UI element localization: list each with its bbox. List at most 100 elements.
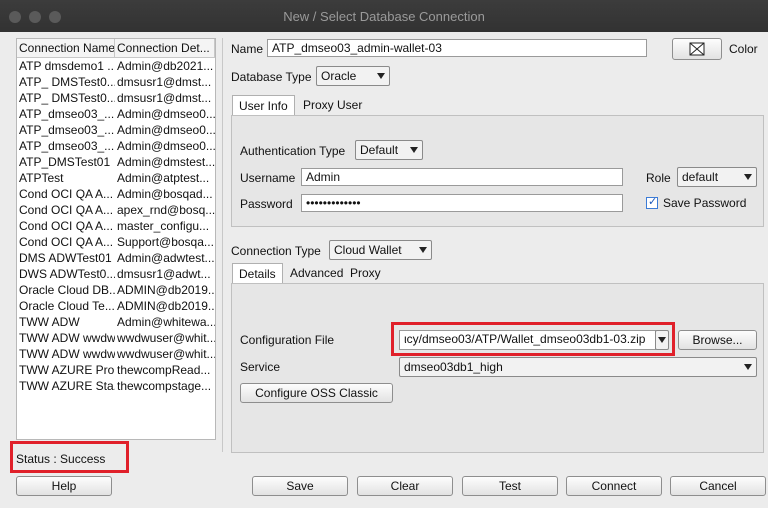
- table-row[interactable]: Oracle Cloud Te... ADMIN@db2019...: [17, 298, 215, 314]
- connection-list-header: Connection Name Connection Det...: [17, 39, 215, 58]
- connection-details-cell: Admin@db2021...: [117, 59, 214, 73]
- service-select[interactable]: dmseo03db1_high: [399, 357, 757, 377]
- chevron-down-icon: [744, 364, 752, 370]
- save-password-label: Save Password: [663, 196, 747, 210]
- connection-name-cell: TWW ADW: [19, 315, 80, 329]
- tab-proxy[interactable]: Proxy: [344, 263, 387, 283]
- help-button[interactable]: Help: [16, 476, 112, 496]
- connection-name-cell: Cond OCI QA A...: [19, 203, 114, 217]
- table-row[interactable]: Cond OCI QA A... master_configu...: [17, 218, 215, 234]
- chevron-down-icon: [410, 147, 418, 153]
- connection-name-cell: ATP_DMSTest01: [19, 155, 111, 169]
- configuration-file-highlight: [391, 322, 675, 356]
- table-row[interactable]: ATPTest Admin@atptest...: [17, 170, 215, 186]
- connect-button[interactable]: Connect: [566, 476, 662, 496]
- table-row[interactable]: DWS ADWTest0... dmsusr1@adwt...: [17, 266, 215, 282]
- authentication-type-value: Default: [360, 143, 399, 157]
- chevron-down-icon: [744, 174, 752, 180]
- color-label: Color: [729, 42, 758, 56]
- table-row[interactable]: Oracle Cloud DB... ADMIN@db2019...: [17, 282, 215, 298]
- save-button[interactable]: Save: [252, 476, 348, 496]
- table-row[interactable]: TWW ADW wwdw... wwdwuser@whit...: [17, 330, 215, 346]
- column-header-connection-name[interactable]: Connection Name: [17, 39, 116, 57]
- connection-name-cell: ATP_ DMSTest0...: [19, 91, 115, 105]
- connection-details-cell: Admin@atptest...: [117, 171, 210, 185]
- role-select[interactable]: default: [677, 167, 757, 187]
- database-type-value: Oracle: [321, 69, 357, 83]
- tab-details[interactable]: Details: [232, 263, 283, 283]
- tab-proxy-user[interactable]: Proxy User: [297, 95, 368, 115]
- table-row[interactable]: Cond OCI QA A... Admin@bosqad...: [17, 186, 215, 202]
- table-row[interactable]: TWW AZURE Sta... thewcompstage...: [17, 378, 215, 394]
- split-divider[interactable]: [222, 38, 223, 452]
- color-picker-button[interactable]: [672, 38, 722, 60]
- connection-name-cell: ATP_dmseo03_...: [19, 139, 115, 153]
- chevron-down-icon: [377, 73, 385, 79]
- password-input[interactable]: •••••••••••••: [301, 194, 623, 212]
- table-row[interactable]: TWW ADW wwdw... wwdwuser@whit...: [17, 346, 215, 362]
- connection-details-cell: wwdwuser@whit...: [117, 331, 215, 345]
- connection-name-cell: ATP_dmseo03_...: [19, 123, 115, 137]
- connection-details-cell: ADMIN@db2019...: [117, 299, 215, 313]
- connection-name-cell: Cond OCI QA A...: [19, 235, 114, 249]
- connection-name-cell: TWW AZURE Pro...: [19, 363, 115, 377]
- table-row[interactable]: Cond OCI QA A... apex_rnd@bosq...: [17, 202, 215, 218]
- table-row[interactable]: TWW ADW Admin@whitewa...: [17, 314, 215, 330]
- name-label: Name: [231, 42, 264, 56]
- window-title: New / Select Database Connection: [283, 9, 485, 24]
- color-swatch-icon: [689, 42, 705, 56]
- role-value: default: [682, 170, 719, 184]
- table-row[interactable]: ATP_ DMSTest0... dmsusr1@dmst...: [17, 90, 215, 106]
- connection-details-cell: Admin@dmseo0...: [117, 139, 215, 153]
- tab-user-info[interactable]: User Info: [232, 95, 295, 115]
- connection-name-cell: DWS ADWTest0...: [19, 267, 115, 281]
- connection-type-select[interactable]: Cloud Wallet: [329, 240, 432, 260]
- service-label: Service: [240, 360, 281, 374]
- name-input[interactable]: ATP_dmseo03_admin-wallet-03: [267, 39, 647, 57]
- table-row[interactable]: ATP_dmseo03_... Admin@dmseo0...: [17, 106, 215, 122]
- table-row[interactable]: ATP_dmseo03_... Admin@dmseo0...: [17, 138, 215, 154]
- database-type-select[interactable]: Oracle: [316, 66, 390, 86]
- authentication-type-select[interactable]: Default: [355, 140, 423, 160]
- connection-name-cell: TWW AZURE Sta...: [19, 379, 115, 393]
- connection-name-cell: Cond OCI QA A...: [19, 187, 114, 201]
- connection-details-cell: thewcompRead...: [117, 363, 211, 377]
- table-row[interactable]: ATP_ DMSTest0... dmsusr1@dmst...: [17, 74, 215, 90]
- connection-details-cell: dmsusr1@adwt...: [117, 267, 211, 281]
- connection-details-cell: ADMIN@db2019...: [117, 283, 215, 297]
- connection-details-cell: master_configu...: [117, 219, 210, 233]
- authentication-type-label: Authentication Type: [240, 144, 346, 158]
- connection-details-cell: dmsusr1@dmst...: [117, 75, 212, 89]
- table-row[interactable]: DMS ADWTest01 Admin@adwtest...: [17, 250, 215, 266]
- column-header-connection-details[interactable]: Connection Det...: [115, 39, 215, 57]
- service-value: dmseo03db1_high: [404, 360, 503, 374]
- connection-details-cell: Admin@dmseo0...: [117, 123, 215, 137]
- connection-type-value: Cloud Wallet: [334, 243, 402, 257]
- username-label: Username: [240, 171, 296, 185]
- tab-advanced[interactable]: Advanced: [284, 263, 349, 283]
- connection-name-cell: ATP dmsdemo1 ...: [19, 59, 115, 73]
- browse-button[interactable]: Browse...: [678, 330, 757, 350]
- connection-name-cell: TWW ADW wwdw...: [19, 347, 115, 361]
- chevron-down-icon: [419, 247, 427, 253]
- table-row[interactable]: TWW AZURE Pro... thewcompRead...: [17, 362, 215, 378]
- table-row[interactable]: ATP_dmseo03_... Admin@dmseo0...: [17, 122, 215, 138]
- table-row[interactable]: ATP dmsdemo1 ... Admin@db2021...: [17, 58, 215, 74]
- test-button[interactable]: Test: [462, 476, 558, 496]
- connection-dialog: New / Select Database Connection Connect…: [0, 0, 768, 508]
- table-row[interactable]: ATP_DMSTest01 Admin@dmstest...: [17, 154, 215, 170]
- connection-name-cell: Cond OCI QA A...: [19, 219, 114, 233]
- save-password-checkbox[interactable]: [646, 195, 658, 209]
- connection-name-cell: ATP_ DMSTest0...: [19, 75, 115, 89]
- database-type-label: Database Type: [231, 70, 312, 84]
- table-row[interactable]: Cond OCI QA A... Support@bosqa...: [17, 234, 215, 250]
- clear-button[interactable]: Clear: [357, 476, 453, 496]
- connection-name-cell: TWW ADW wwdw...: [19, 331, 115, 345]
- username-input[interactable]: Admin: [301, 168, 623, 186]
- connection-list[interactable]: Connection Name Connection Det... ATP dm…: [16, 38, 216, 440]
- cancel-button[interactable]: Cancel: [670, 476, 766, 496]
- configure-oss-classic-button[interactable]: Configure OSS Classic: [240, 383, 393, 403]
- connection-rows: ATP dmsdemo1 ... Admin@db2021... ATP_ DMST…: [17, 58, 215, 394]
- connection-details-cell: Admin@bosqad...: [117, 187, 213, 201]
- connection-name-cell: ATP_dmseo03_...: [19, 107, 115, 121]
